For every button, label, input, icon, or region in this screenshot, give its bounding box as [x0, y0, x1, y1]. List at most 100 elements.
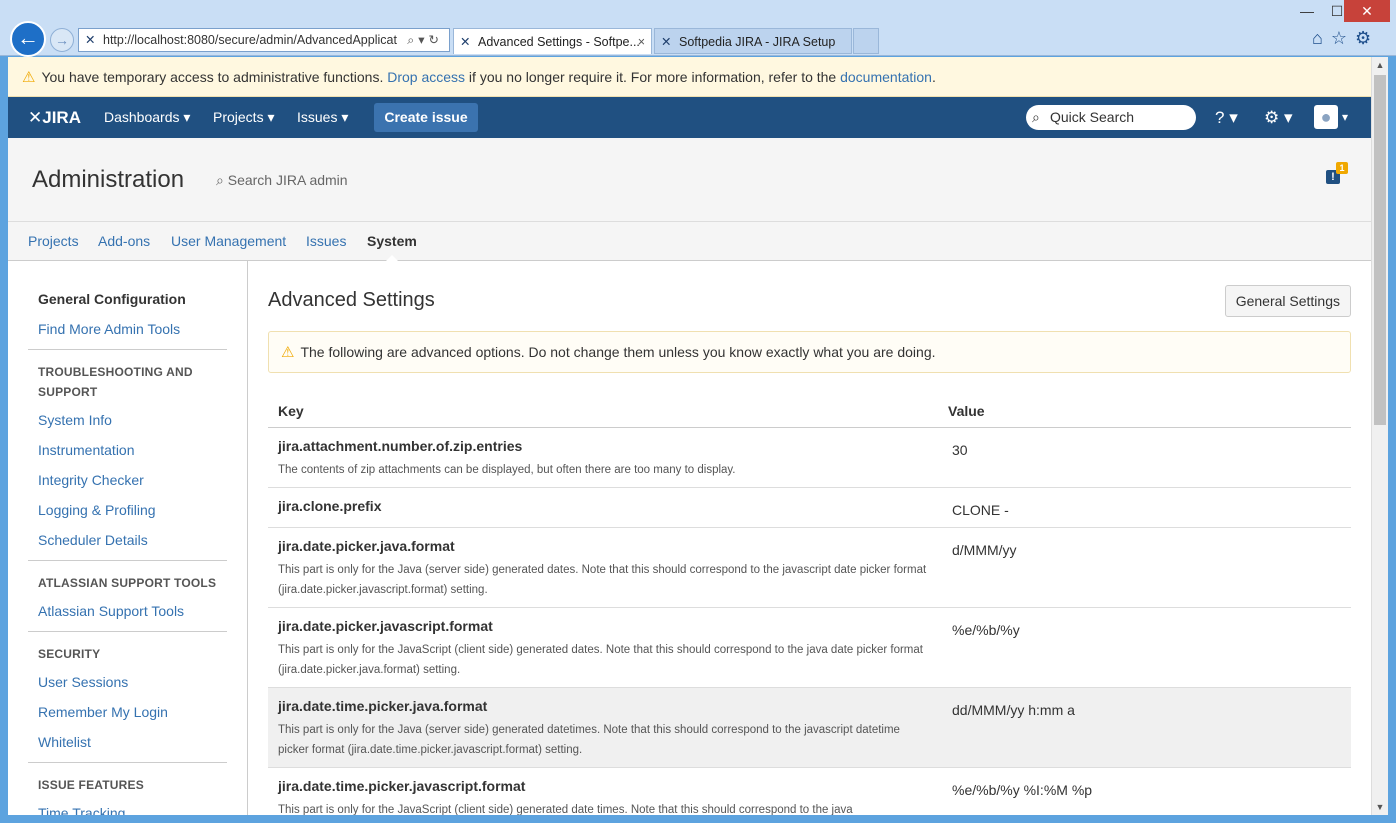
notification-badge: 1 [1336, 162, 1348, 174]
table-header-row: Key Value [268, 395, 1351, 428]
help-menu[interactable]: ? ▾ [1215, 97, 1238, 138]
address-url: http://localhost:8080/secure/admin/Advan… [103, 33, 397, 47]
nav-projects[interactable]: Projects ▾ [213, 97, 275, 138]
create-issue-button[interactable]: Create issue [374, 103, 478, 132]
setting-description: This part is only for the Java (server s… [278, 723, 900, 756]
browser-tab-jira-setup[interactable]: ✕ Softpedia JIRA - JIRA Setup [654, 28, 852, 54]
sidebar-item-user-sessions[interactable]: User Sessions [28, 672, 227, 702]
admin-header: Administration ⌕ Search JIRA admin ! 1 [8, 138, 1371, 222]
refresh-icon[interactable]: ↻ [429, 33, 443, 47]
page-title: Administration [32, 166, 185, 193]
gear-icon[interactable]: ⚙ [1355, 28, 1379, 48]
admin-access-notice: ⚠ You have temporary access to administra… [8, 57, 1371, 97]
sidebar-item-remember-my-login[interactable]: Remember My Login [28, 702, 227, 732]
sidebar-item-instrumentation[interactable]: Instrumentation [28, 440, 227, 470]
nav-issues[interactable]: Issues ▾ [297, 97, 348, 138]
sidebar-item-general-configuration[interactable]: General Configuration [28, 289, 227, 319]
tab-title: Softpedia JIRA - JIRA Setup [679, 35, 836, 49]
tab-add-ons[interactable]: Add-ons [98, 222, 150, 260]
notice-text-after: . [931, 69, 936, 85]
sidebar-item-time-tracking[interactable]: Time Tracking [28, 803, 227, 815]
gear-icon: ⚙ [1264, 108, 1280, 127]
warning-icon: ⚠ [22, 69, 36, 86]
tab-system[interactable]: System [367, 222, 417, 261]
address-bar[interactable]: ✕ http://localhost:8080/secure/admin/Adv… [78, 28, 450, 52]
forward-button[interactable]: → [50, 28, 74, 52]
search-icon[interactable]: ⌕ [407, 33, 418, 47]
setting-key: jira.date.picker.java.format [278, 537, 455, 554]
setting-value[interactable]: dd/MMM/yy h:mm a [948, 698, 1341, 718]
minimize-button[interactable]: — [1290, 0, 1324, 22]
sidebar-divider [28, 349, 227, 350]
setting-description: This part is only for the Java (server s… [278, 563, 927, 596]
scroll-up-icon[interactable]: ▲ [1372, 57, 1388, 73]
setting-value[interactable]: d/MMM/yy [948, 538, 1341, 558]
admin-search-input[interactable]: ⌕ Search JIRA admin [216, 172, 348, 189]
sidebar-heading-atlassian-support-tools: ATLASSIAN SUPPORT TOOLS [38, 576, 217, 590]
help-icon: ? [1215, 108, 1225, 127]
vertical-scrollbar[interactable]: ▲ ▼ [1371, 57, 1388, 815]
sidebar-item-logging-profiling[interactable]: Logging & Profiling [28, 500, 227, 530]
sidebar-item-whitelist[interactable]: Whitelist [28, 732, 227, 762]
setting-key: jira.date.time.picker.javascript.format [278, 777, 526, 794]
advanced-settings-title: Advanced Settings [268, 289, 435, 311]
setting-value[interactable]: %e/%b/%y [948, 618, 1341, 638]
sidebar-divider [28, 631, 227, 632]
browser-tab-advanced-settings[interactable]: ✕ Advanced Settings - Softpe... × [453, 28, 652, 54]
jira-logo-icon: ✕ [28, 108, 43, 127]
notifications-button[interactable]: ! 1 [1324, 162, 1348, 186]
sidebar-item-scheduler-details[interactable]: Scheduler Details [28, 530, 227, 560]
nav-dashboards[interactable]: Dashboards ▾ [104, 97, 190, 138]
address-actions[interactable]: ⌕▾↻ [403, 29, 443, 51]
close-tab-icon[interactable]: × [638, 29, 645, 54]
browser-titlebar: ← → ✕ http://localhost:8080/secure/admin… [0, 0, 1396, 57]
page-viewport: ⚠ You have temporary access to administra… [8, 57, 1371, 815]
admin-menu[interactable]: ⚙ ▾ [1264, 97, 1293, 138]
warning-icon: ⚠ [281, 344, 295, 361]
tab-user-management[interactable]: User Management [171, 222, 286, 260]
table-row: jira.clone.prefix CLONE - [268, 487, 1351, 528]
column-key: Key [268, 395, 938, 428]
column-value: Value [938, 395, 1351, 428]
quick-search-input[interactable]: ⌕ Quick Search [1026, 105, 1196, 130]
admin-body: General Configuration Find More Admin To… [8, 261, 1371, 815]
arrow-left-icon: ← [17, 25, 39, 50]
tab-title: Advanced Settings - Softpe... [478, 35, 640, 49]
notice-text-middle: if you no longer require it. For more in… [465, 69, 841, 85]
setting-value[interactable]: CLONE - [948, 498, 1341, 518]
tab-issues[interactable]: Issues [306, 222, 346, 260]
sidebar-item-system-info[interactable]: System Info [28, 410, 227, 440]
scrollbar-thumb[interactable] [1374, 75, 1386, 425]
jira-favicon-icon: ✕ [85, 33, 96, 47]
jira-logo[interactable]: ✕JIRA [28, 97, 81, 138]
scroll-down-icon[interactable]: ▼ [1372, 799, 1388, 815]
setting-description: This part is only for the JavaScript (cl… [278, 803, 853, 816]
user-menu-chevron-icon[interactable]: ▾ [1342, 97, 1348, 138]
close-window-button[interactable]: ✕ [1344, 0, 1390, 22]
admin-tabs: Projects Add-ons User Management Issues … [8, 222, 1371, 261]
sidebar-item-integrity-checker[interactable]: Integrity Checker [28, 470, 227, 500]
back-button[interactable]: ← [10, 21, 46, 57]
drop-access-link[interactable]: Drop access [387, 69, 465, 85]
user-avatar[interactable]: ● [1314, 105, 1338, 129]
admin-sidebar: General Configuration Find More Admin To… [8, 261, 248, 815]
setting-key: jira.attachment.number.of.zip.entries [278, 437, 523, 454]
documentation-link[interactable]: documentation [840, 69, 932, 85]
arrow-right-icon: → [55, 32, 69, 48]
setting-value[interactable]: %e/%b/%y %I:%M %p [948, 778, 1341, 798]
setting-value[interactable]: 30 [948, 438, 1341, 458]
sidebar-item-atlassian-support-tools[interactable]: Atlassian Support Tools [28, 601, 227, 631]
general-settings-button[interactable]: General Settings [1224, 285, 1351, 317]
setting-key: jira.clone.prefix [278, 497, 382, 514]
sidebar-heading-issue-features: ISSUE FEATURES [38, 778, 144, 792]
home-icon[interactable]: ⌂ [1312, 28, 1331, 48]
sidebar-heading-troubleshooting: TROUBLESHOOTING AND SUPPORT [38, 365, 193, 399]
sidebar-item-find-more-admin-tools[interactable]: Find More Admin Tools [28, 319, 227, 349]
new-tab-button[interactable] [853, 28, 879, 54]
setting-description: This part is only for the JavaScript (cl… [278, 643, 923, 676]
star-icon[interactable]: ☆ [1331, 28, 1355, 48]
jira-favicon-icon: ✕ [460, 35, 471, 49]
table-row: jira.date.picker.java.format This part is… [268, 527, 1351, 608]
tab-projects[interactable]: Projects [28, 222, 79, 260]
dropdown-icon[interactable]: ▾ [418, 33, 428, 47]
